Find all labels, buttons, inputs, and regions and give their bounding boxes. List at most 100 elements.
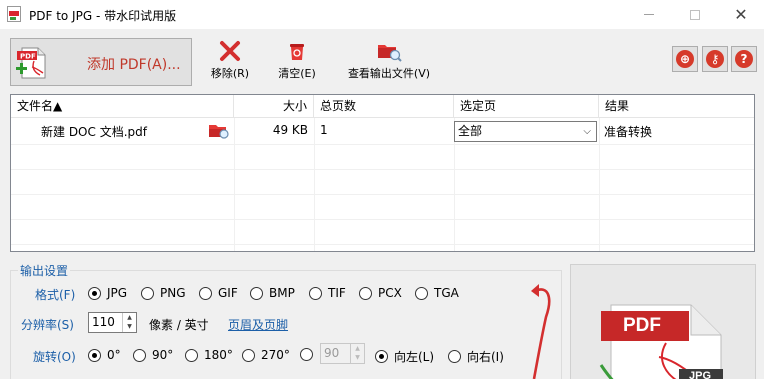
column-divider — [234, 118, 235, 251]
format-label: 格式(F) — [35, 288, 76, 302]
folder-search-icon — [378, 45, 402, 62]
open-folder-icon[interactable] — [208, 121, 230, 141]
help-button[interactable]: ? — [731, 46, 757, 72]
format-option-label: BMP — [269, 286, 295, 300]
jpg-badge: JPG — [689, 370, 712, 379]
add-pdf-icon: PDF — [16, 47, 46, 79]
custom-rotation-stepper: 90 ▲ ▼ — [320, 343, 365, 364]
resolution-unit: 像素 / 英寸 — [149, 318, 209, 332]
minimize-button[interactable] — [626, 0, 672, 29]
row-divider — [11, 194, 754, 195]
format-radio-pcx[interactable]: PCX — [359, 286, 402, 300]
row-divider — [11, 244, 754, 245]
result-cell: 准备转换 — [604, 125, 653, 139]
column-header-pages[interactable]: 总页数 — [314, 95, 454, 118]
direction-option-label: 向右(I) — [467, 350, 504, 364]
radio-icon — [199, 286, 212, 300]
add-pdf-label: 添加 PDF(A)... — [87, 57, 181, 73]
close-button[interactable]: ✕ — [718, 0, 764, 29]
row-divider — [11, 219, 754, 220]
row-divider — [11, 169, 754, 170]
radio-checked-icon — [375, 350, 388, 363]
maximize-button[interactable] — [672, 0, 718, 29]
file-table[interactable]: 文件名▲ 大小 总页数 选定页 结果 新建 DOC 文档.pdf 49 KB 1… — [10, 94, 755, 252]
website-button[interactable]: ⊕ — [672, 46, 698, 72]
column-header-selected-pages[interactable]: 选定页 — [454, 95, 599, 118]
custom-rotation-value: 90 — [324, 346, 340, 360]
toolbar: PDF 添加 PDF(A)... 移除(R) 清空(E) 查看输出文件(V) ⊕… — [0, 29, 764, 89]
format-option-label: PCX — [378, 286, 402, 300]
format-radio-jpg[interactable]: JPG — [88, 286, 127, 300]
radio-icon — [185, 348, 198, 362]
radio-icon — [300, 348, 313, 361]
format-radio-gif[interactable]: GIF — [199, 286, 238, 300]
help-icon: ? — [735, 50, 753, 68]
globe-icon: ⊕ — [676, 50, 694, 68]
direction-option-label: 向左(L) — [394, 350, 435, 364]
register-button[interactable]: ⚷ — [702, 46, 728, 72]
view-output-button[interactable]: 查看输出文件(V) — [339, 40, 439, 81]
column-divider — [314, 118, 315, 251]
format-radio-png[interactable]: PNG — [141, 286, 186, 300]
radio-icon — [250, 286, 263, 300]
direction-radio-right[interactable]: 向右(I) — [448, 348, 504, 365]
rotation-radio-270[interactable]: 270° — [242, 348, 290, 362]
pdf-badge: PDF — [623, 315, 661, 336]
add-pdf-button[interactable]: PDF 添加 PDF(A)... — [10, 38, 192, 86]
rotation-radio-0[interactable]: 0° — [88, 348, 121, 362]
svg-text:PDF: PDF — [20, 53, 36, 61]
radio-icon — [415, 286, 428, 300]
format-option-label: TGA — [434, 286, 459, 300]
direction-radio-left[interactable]: 向左(L) — [375, 348, 434, 365]
format-option-label: PNG — [160, 286, 186, 300]
clear-button[interactable]: 清空(E) — [274, 40, 320, 81]
resolution-label: 分辨率(S) — [21, 318, 74, 332]
app-icon — [7, 6, 21, 22]
pdf-to-jpg-logo-icon — [599, 304, 723, 379]
preview-pane: PDF JPG — [570, 264, 756, 379]
recycle-bin-icon — [290, 44, 304, 60]
format-option-label: GIF — [218, 286, 238, 300]
remove-x-icon — [220, 41, 240, 61]
selected-pages-value: 全部 — [458, 124, 483, 138]
key-icon: ⚷ — [706, 50, 724, 68]
rotation-option-label: 0° — [107, 348, 121, 362]
rotation-label: 旋转(O) — [33, 350, 76, 364]
radio-icon — [309, 286, 322, 300]
rotation-radio-custom[interactable] — [300, 348, 319, 361]
format-radio-bmp[interactable]: BMP — [250, 286, 295, 300]
view-output-label: 查看输出文件(V) — [347, 67, 431, 80]
column-header-size[interactable]: 大小 — [234, 95, 314, 118]
maximize-icon — [690, 9, 700, 20]
window-title: PDF to JPG - 带水印试用版 — [29, 9, 177, 23]
close-icon: ✕ — [734, 5, 748, 24]
rotation-radio-90[interactable]: 90° — [133, 348, 173, 362]
chevron-down-icon: ⌵ — [583, 126, 591, 137]
format-radio-tga[interactable]: TGA — [415, 286, 459, 300]
file-size-cell: 49 KB — [272, 123, 308, 137]
format-option-label: TIF — [328, 286, 346, 300]
remove-button[interactable]: 移除(R) — [205, 40, 255, 81]
title-bar: PDF to JPG - 带水印试用版 ✕ — [0, 0, 764, 29]
rotation-option-label: 180° — [204, 348, 233, 362]
page-count-cell: 1 — [320, 123, 328, 137]
minimize-icon — [644, 14, 654, 15]
radio-checked-icon — [88, 286, 101, 300]
rotation-radio-180[interactable]: 180° — [185, 348, 233, 362]
format-radio-tif[interactable]: TIF — [309, 286, 346, 300]
column-header-result[interactable]: 结果 — [599, 95, 754, 118]
header-footer-link[interactable]: 页眉及页脚 — [228, 316, 288, 333]
radio-icon — [242, 348, 255, 362]
resolution-value: 110 — [92, 315, 115, 329]
remove-label: 移除(R) — [210, 67, 250, 80]
file-name-cell: 新建 DOC 文档.pdf — [41, 125, 147, 139]
stepper-arrows-icon[interactable]: ▲ ▼ — [122, 313, 136, 332]
radio-icon — [133, 348, 146, 362]
selected-pages-dropdown[interactable]: 全部 ⌵ — [454, 121, 597, 142]
curved-arrow-icon — [531, 284, 551, 379]
radio-icon — [359, 286, 372, 300]
resolution-stepper[interactable]: 110 ▲ ▼ — [88, 312, 137, 333]
column-header-filename[interactable]: 文件名▲ — [11, 95, 234, 118]
radio-checked-icon — [88, 348, 101, 362]
rotation-option-label: 270° — [261, 348, 290, 362]
